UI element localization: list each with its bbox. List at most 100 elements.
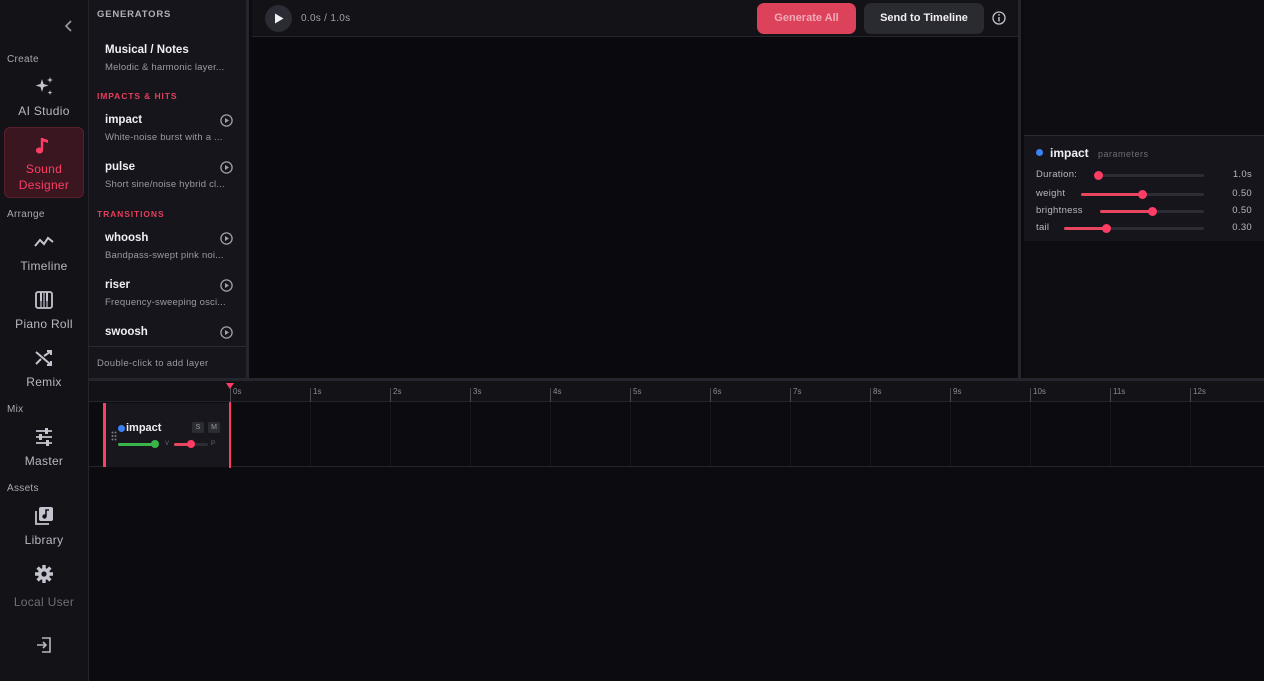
param-label: weight [1036, 188, 1066, 199]
param-slider[interactable] [1081, 190, 1204, 199]
param-slider[interactable] [1064, 224, 1204, 233]
music-note-icon [35, 138, 48, 154]
send-to-timeline-button[interactable]: Send to Timeline [864, 3, 984, 34]
generator-desc: Bandpass-swept pink noi... [105, 250, 224, 261]
param-label: tail [1036, 222, 1050, 233]
nav-section-assets: Assets [7, 483, 39, 494]
track-lane[interactable]: impact S M V P [89, 403, 1264, 467]
time-ruler[interactable]: 0s 1s 2s 3s 4s 5s 6s 7s 8s 9s 10s 11s 12s [89, 381, 1264, 402]
param-slider[interactable] [1093, 171, 1204, 180]
nav-item-local-user[interactable]: Local User [4, 563, 84, 609]
param-slider-knob[interactable] [1138, 190, 1147, 199]
playhead-marker[interactable] [226, 383, 234, 389]
param-value: 0.50 [1232, 205, 1252, 216]
ruler-tick [870, 388, 871, 402]
nav-label-ai-studio: AI Studio [18, 104, 70, 118]
param-label: Duration: [1036, 169, 1078, 180]
play-button[interactable] [265, 5, 292, 32]
nav-label-remix: Remix [26, 375, 62, 389]
nav-label-timeline: Timeline [20, 259, 68, 273]
chevron-left-icon[interactable] [62, 18, 76, 34]
category-impacts-hits: IMPACTS & HITS [97, 91, 178, 101]
param-slider-knob[interactable] [1101, 224, 1111, 233]
ruler-tick-label: 8s [873, 387, 882, 396]
ruler-tick-label: 4s [553, 387, 562, 396]
playhead-line[interactable] [229, 402, 231, 468]
nav-item-sound-designer[interactable]: Sound Designer [4, 127, 84, 198]
generator-riser[interactable]: riser Frequency-sweeping osci... [89, 279, 245, 323]
param-slider-knob[interactable] [1093, 171, 1103, 180]
generator-title: pulse [105, 161, 136, 173]
generator-impact[interactable]: impact White-noise burst with a ... [89, 114, 245, 158]
library-music-icon [35, 507, 53, 525]
solo-button[interactable]: S [192, 422, 204, 433]
nav-section-arrange: Arrange [7, 209, 45, 220]
ruler-tick [710, 388, 711, 402]
nav-item-ai-studio[interactable]: AI Studio [4, 76, 84, 118]
nav-item-piano-roll[interactable]: Piano Roll [4, 289, 84, 331]
info-icon[interactable] [992, 11, 1006, 25]
parameters-subtitle: parameters [1098, 149, 1149, 159]
sparkles-icon [35, 77, 53, 95]
ruler-tick [790, 388, 791, 402]
category-transitions: TRANSITIONS [97, 209, 165, 219]
right-panel: impact parameters Duration: 1.0s weight … [1024, 0, 1264, 378]
generator-swoosh[interactable]: swoosh [89, 326, 245, 346]
param-label: brightness [1036, 205, 1083, 216]
nav-section-mix: Mix [7, 404, 24, 415]
generators-footer-hint: Double-click to add layer [89, 346, 246, 378]
timeline-panel: 0s 1s 2s 3s 4s 5s 6s 7s 8s 9s 10s 11s 12s impact S M… [89, 378, 1264, 681]
play-preview-icon[interactable] [220, 161, 233, 174]
generators-panel: GENERATORS Musical / Notes Melodic & har… [89, 0, 249, 378]
generator-desc: Melodic & harmonic layer... [105, 62, 225, 73]
play-preview-icon[interactable] [220, 114, 233, 127]
nav-item-remix[interactable]: Remix [4, 347, 84, 389]
pan-label: P [211, 441, 216, 447]
time-readout: 0.0s / 1.0s [301, 13, 351, 24]
volume-knob[interactable] [151, 440, 159, 448]
play-preview-icon[interactable] [220, 326, 233, 339]
trend-line-icon [34, 236, 54, 247]
mute-button[interactable]: M [208, 422, 220, 433]
ruler-tick [470, 388, 471, 402]
login-icon[interactable] [35, 636, 53, 654]
generator-title: Musical / Notes [105, 44, 189, 56]
param-value: 1.0s [1232, 169, 1252, 180]
volume-label: V [165, 441, 170, 447]
generator-whoosh[interactable]: whoosh Bandpass-swept pink noi... [89, 232, 245, 276]
ruler-tick-label: 1s [313, 387, 322, 396]
generator-title: riser [105, 279, 130, 291]
ruler-tick-label: 11s [1113, 387, 1126, 396]
ruler-tick-label: 9s [953, 387, 962, 396]
nav-label-library: Library [24, 533, 64, 547]
track-header[interactable]: impact S M V P [103, 403, 229, 467]
parameters-panel: impact parameters Duration: 1.0s weight … [1024, 135, 1264, 241]
param-slider-fill [1081, 193, 1143, 196]
ruler-tick-label: 10s [1033, 387, 1046, 396]
ruler-tick-label: 2s [393, 387, 402, 396]
nav-item-library[interactable]: Library [4, 505, 84, 547]
generator-title: impact [105, 114, 143, 126]
track-name: impact [126, 422, 162, 434]
play-preview-icon[interactable] [220, 279, 233, 292]
param-value: 0.30 [1232, 222, 1252, 233]
pan-knob[interactable] [187, 440, 195, 448]
param-slider-fill [1100, 210, 1152, 213]
nav-label-piano-roll: Piano Roll [15, 317, 73, 331]
ruler-tick [1110, 388, 1111, 402]
param-slider-fill [1064, 227, 1106, 230]
generate-all-button[interactable]: Generate All [757, 3, 856, 34]
nav-section-create: Create [7, 54, 39, 65]
nav-item-master[interactable]: Master [4, 426, 84, 468]
generator-musical-notes[interactable]: Musical / Notes Melodic & harmonic layer… [89, 44, 245, 88]
ruler-tick-label: 12s [1193, 387, 1206, 396]
param-slider[interactable] [1100, 207, 1204, 216]
play-preview-icon[interactable] [220, 232, 233, 245]
nav-item-timeline[interactable]: Timeline [4, 231, 84, 273]
preview-toolbar: 0.0s / 1.0s Generate All Send to Timelin… [252, 0, 1018, 37]
ruler-tick [550, 388, 551, 402]
drag-handle-icon[interactable] [111, 431, 117, 441]
generator-pulse[interactable]: pulse Short sine/noise hybrid cl... [89, 161, 245, 205]
parameters-title: impact [1050, 146, 1089, 160]
param-slider-knob[interactable] [1147, 207, 1157, 216]
